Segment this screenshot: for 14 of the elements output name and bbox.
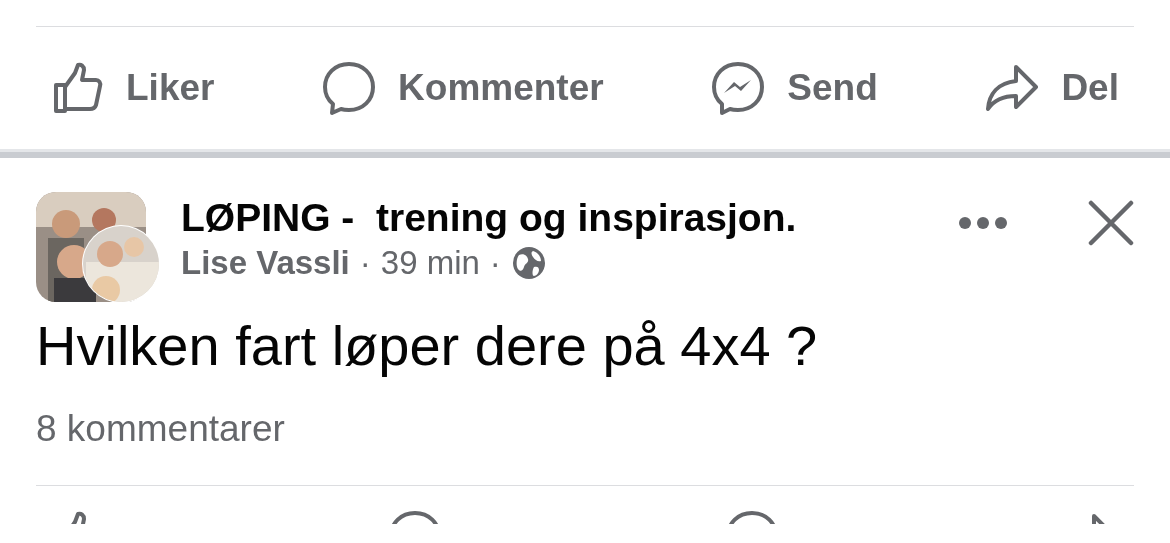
like-button[interactable]: Liker <box>48 59 215 117</box>
comment-count[interactable]: 8 kommentarer <box>0 379 1170 485</box>
more-options-icon[interactable] <box>958 216 1008 230</box>
author-name[interactable]: Lise Vassli <box>181 242 350 283</box>
close-icon[interactable] <box>1088 200 1134 246</box>
separator-dot: · <box>489 242 501 283</box>
separator-dot: · <box>359 242 371 283</box>
globe-icon <box>510 244 547 281</box>
share-button[interactable]: Del <box>983 59 1119 117</box>
send-button[interactable]: Send <box>709 59 878 117</box>
group-name[interactable]: LØPING - trening og inspirasjon. <box>181 196 958 241</box>
comment-button[interactable]: Kommenter <box>320 59 604 117</box>
post-time[interactable]: 39 min <box>380 242 480 283</box>
post-text: Hvilken fart løper dere på 4x4 ? <box>35 313 819 379</box>
